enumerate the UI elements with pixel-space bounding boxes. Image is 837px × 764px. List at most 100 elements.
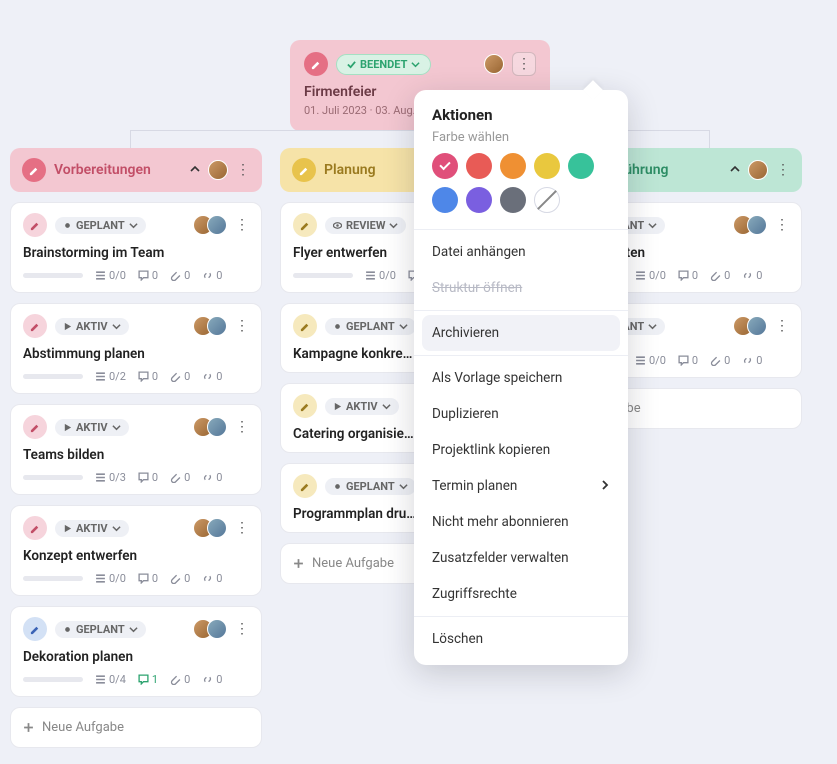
subtask-count: 0/4 [95,673,126,686]
link-count: 0 [202,471,222,484]
link-count: 0 [742,269,762,282]
card-title: Brainstorming im Team [23,245,249,261]
card-status-label: GEPLANT [346,480,395,493]
pencil-icon[interactable] [293,394,317,418]
popover-heading: Aktionen [414,106,628,124]
progress-bar [23,677,83,682]
avatar[interactable] [207,316,227,336]
card-title: Konzept entwerfen [23,548,249,564]
comment-count: 0 [138,269,158,282]
avatar[interactable] [747,316,767,336]
color-swatch[interactable] [466,187,492,213]
attachment-count: 0 [170,471,190,484]
card-more-button[interactable]: ⋮ [775,319,789,333]
color-swatch[interactable] [432,153,458,179]
avatar[interactable] [747,215,767,235]
comment-count: 0 [678,354,698,367]
status-badge-beendet[interactable]: BEENDET [336,54,431,75]
menu-item-datei-anh-ngen[interactable]: Datei anhängen [414,234,628,270]
pencil-icon[interactable] [292,158,316,182]
card-status-pill[interactable]: AKTIV [55,419,129,436]
subtask-count: 0/3 [95,471,126,484]
menu-item-als-vorlage-speichern[interactable]: Als Vorlage speichern [414,360,628,396]
progress-bar [23,475,83,480]
avatar[interactable] [748,160,768,180]
avatar[interactable] [207,619,227,639]
menu-item-duplizieren[interactable]: Duplizieren [414,396,628,432]
subtask-count: 0/2 [95,370,126,383]
menu-item-label: Zugriffsrechte [432,586,517,602]
menu-item-zusatzfelder-verwalten[interactable]: Zusatzfelder verwalten [414,540,628,576]
avatar[interactable] [208,160,228,180]
column-more-button[interactable]: ⋮ [236,163,250,177]
pencil-icon[interactable] [23,415,47,439]
new-task-button[interactable]: Neue Aufgabe [10,707,262,748]
menu-item-projektlink-kopieren[interactable]: Projektlink kopieren [414,432,628,468]
comment-count: 0 [678,269,698,282]
color-swatch[interactable] [568,153,594,179]
card-more-button[interactable]: ⋮ [235,521,249,535]
pencil-icon[interactable] [293,213,317,237]
menu-item-nicht-mehr-abonnieren[interactable]: Nicht mehr abonnieren [414,504,628,540]
progress-bar [23,576,83,581]
card-status-pill[interactable]: REVIEW [325,217,406,234]
card-more-button[interactable]: ⋮ [775,218,789,232]
card-status-pill[interactable]: AKTIV [325,398,399,415]
progress-bar [23,374,83,379]
menu-item-label: Zusatzfelder verwalten [432,550,569,566]
task-card[interactable]: AKTIV ⋮ Abstimmung planen 0/2 0 0 0 [10,303,262,394]
card-status-label: AKTIV [346,400,378,413]
chevron-up-icon[interactable] [730,163,740,177]
menu-item-l-schen[interactable]: Löschen [414,621,628,657]
color-swatch[interactable] [534,187,560,213]
menu-item-zugriffsrechte[interactable]: Zugriffsrechte [414,576,628,612]
menu-item-struktur-ffnen: Struktur öffnen [414,270,628,306]
card-status-pill[interactable]: AKTIV [55,318,129,335]
pencil-icon[interactable] [293,474,317,498]
attachment-count: 0 [710,269,730,282]
avatar[interactable] [484,54,504,74]
card-status-pill[interactable]: GEPLANT [325,318,416,335]
card-status-pill[interactable]: GEPLANT [55,217,146,234]
color-swatch[interactable] [500,187,526,213]
chevron-up-icon[interactable] [190,163,200,177]
pencil-icon[interactable] [22,158,46,182]
task-card[interactable]: AKTIV ⋮ Teams bilden 0/3 0 0 0 [10,404,262,495]
pencil-icon[interactable] [293,314,317,338]
task-card[interactable]: AKTIV ⋮ Konzept entwerfen 0/0 0 0 0 [10,505,262,596]
pencil-icon[interactable] [304,52,328,76]
pencil-icon[interactable] [23,617,47,641]
color-swatch[interactable] [534,153,560,179]
card-status-pill[interactable]: AKTIV [55,520,129,537]
column-header-pink[interactable]: Vorbereitungen ⋮ [10,148,262,192]
pencil-icon[interactable] [23,213,47,237]
color-swatch[interactable] [500,153,526,179]
subtask-count: 0/0 [365,269,396,282]
card-status-pill[interactable]: GEPLANT [55,621,146,638]
card-more-button[interactable]: ⋮ [235,319,249,333]
card-more-button[interactable]: ⋮ [235,622,249,636]
root-more-button[interactable]: ⋮ [512,52,536,76]
new-task-label: Neue Aufgabe [42,720,124,735]
color-swatch[interactable] [432,187,458,213]
color-swatch[interactable] [466,153,492,179]
avatar[interactable] [207,215,227,235]
menu-item-label: Nicht mehr abonnieren [432,514,569,530]
attachment-count: 0 [170,269,190,282]
column-more-button[interactable]: ⋮ [776,163,790,177]
avatar[interactable] [207,518,227,538]
comment-count: 0 [138,471,158,484]
pencil-icon[interactable] [23,516,47,540]
menu-item-termin-planen[interactable]: Termin planen [414,468,628,504]
task-card[interactable]: GEPLANT ⋮ Dekoration planen 0/4 1 0 0 [10,606,262,697]
pencil-icon[interactable] [23,314,47,338]
progress-bar [293,273,353,278]
avatar[interactable] [207,417,227,437]
card-more-button[interactable]: ⋮ [235,218,249,232]
card-status-label: AKTIV [76,320,108,333]
task-card[interactable]: GEPLANT ⋮ Brainstorming im Team 0/0 0 0 … [10,202,262,293]
attachment-count: 0 [170,673,190,686]
menu-item-archivieren[interactable]: Archivieren [422,315,620,351]
card-more-button[interactable]: ⋮ [235,420,249,434]
card-status-pill[interactable]: GEPLANT [325,478,416,495]
